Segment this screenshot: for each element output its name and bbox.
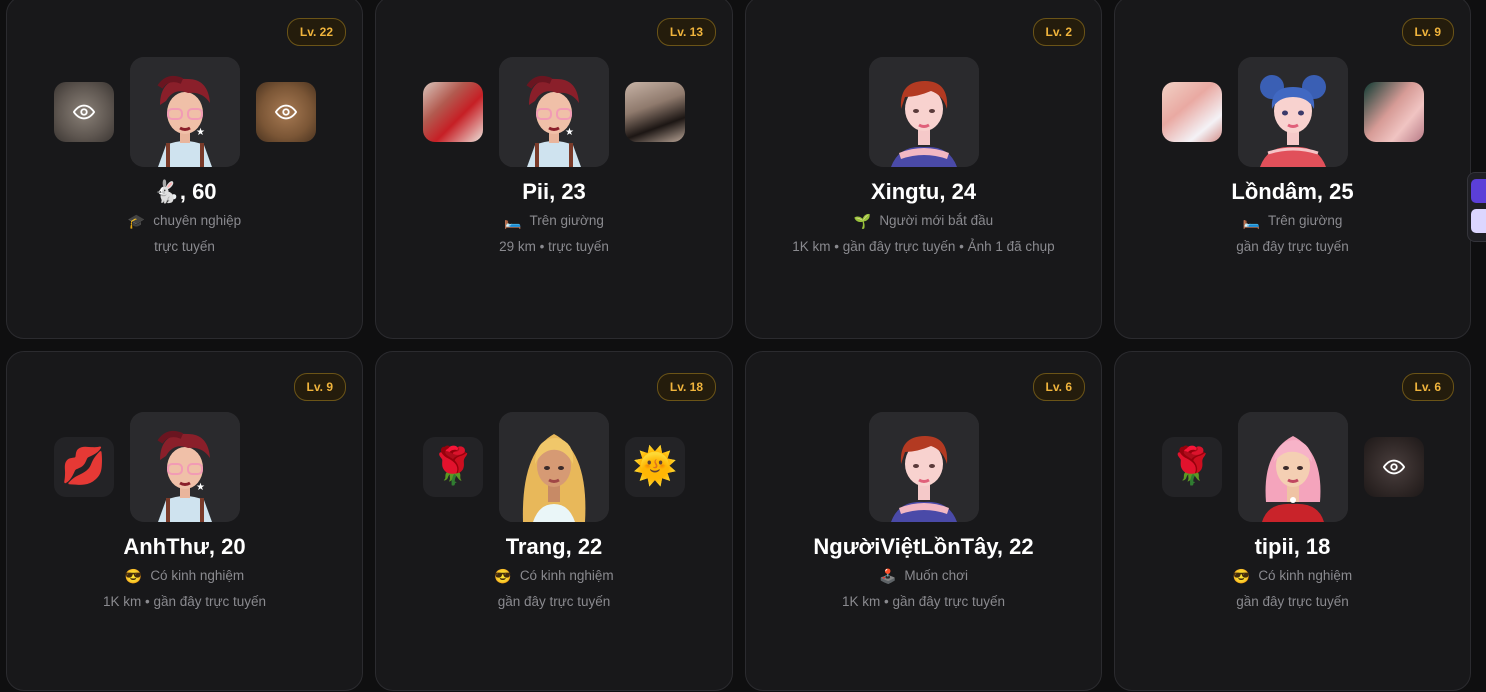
empty-slot bbox=[256, 437, 316, 497]
avatar[interactable] bbox=[868, 57, 979, 167]
level-badge: Lv. 2 bbox=[1032, 18, 1085, 46]
profile-meta: 1K km • gần đây trực tuyến bbox=[102, 594, 267, 609]
status-text: Muốn chơi bbox=[904, 568, 969, 583]
profile-media: 🌹 🌞 bbox=[376, 412, 732, 522]
svg-text:★: ★ bbox=[196, 482, 205, 493]
profile-status: 🎓 chuyên nghiệp bbox=[7, 213, 362, 229]
profile-card[interactable]: Lv. 6 🌹 tipii, 18 😎 Có kinh nghiệm gần đ… bbox=[1114, 351, 1471, 691]
level-badge: Lv. 9 bbox=[293, 373, 346, 401]
profile-status: 😎 Có kinh nghiệm bbox=[1115, 568, 1470, 584]
avatar[interactable] bbox=[868, 412, 979, 522]
dock-button-primary[interactable] bbox=[1471, 179, 1486, 203]
profile-media: ★ bbox=[376, 57, 732, 167]
profile-name: Trang, 22 bbox=[505, 534, 603, 559]
sun-icon: 🌞 bbox=[632, 446, 678, 487]
joystick-icon: 🕹️ bbox=[878, 568, 897, 584]
level-badge: Lv. 18 bbox=[656, 373, 716, 401]
svg-text:★: ★ bbox=[565, 127, 574, 138]
profile-meta: trực tuyến bbox=[154, 239, 215, 254]
status-text: Có kinh nghiệm bbox=[1258, 568, 1353, 583]
profile-name: AnhThư, 20 bbox=[123, 534, 246, 559]
profile-name: tipii, 18 bbox=[1254, 534, 1331, 559]
sprout-icon: 🌱 bbox=[853, 213, 872, 229]
status-text: Người mới bắt đầu bbox=[879, 213, 994, 228]
profile-grid: Lv. 22 ★ 🐇, 60 🎓 chuyên nghiệp trực tuyế… bbox=[6, 0, 1471, 691]
profile-media bbox=[746, 57, 1101, 167]
profile-meta: gần đây trực tuyến bbox=[1236, 594, 1349, 609]
bed-icon: 🛏️ bbox=[504, 213, 522, 229]
avatar[interactable] bbox=[499, 412, 609, 522]
level-badge: Lv. 6 bbox=[1032, 373, 1085, 401]
profile-media bbox=[746, 412, 1101, 522]
profile-card[interactable]: Lv. 9 💋 ★ AnhThư, 20 😎 Có kinh nghiệm 1K… bbox=[6, 351, 363, 691]
profile-card[interactable]: Lv. 6 NgườiViệtLồnTây, 22 🕹️ Muốn chơi 1… bbox=[745, 351, 1102, 691]
eye-icon bbox=[72, 104, 95, 120]
profile-status: 🌱 Người mới bắt đầu bbox=[746, 213, 1101, 229]
profile-media bbox=[1115, 57, 1470, 167]
profile-meta: gần đây trực tuyến bbox=[1236, 239, 1349, 254]
hidden-photo-right[interactable] bbox=[1363, 437, 1424, 497]
graduation-cap-icon: 🎓 bbox=[127, 213, 146, 229]
profile-status: 🛏️ Trên giường bbox=[1115, 213, 1470, 229]
profile-media: ★ bbox=[7, 57, 362, 167]
status-text: Trên giường bbox=[1268, 213, 1343, 228]
level-badge: Lv. 22 bbox=[286, 18, 346, 46]
rose-icon: 🌹 bbox=[430, 446, 476, 487]
photo-thumbnail-left[interactable] bbox=[423, 82, 483, 142]
avatar[interactable]: ★ bbox=[129, 412, 240, 522]
bed-icon: 🛏️ bbox=[1242, 213, 1260, 229]
profile-status: 😎 Có kinh nghiệm bbox=[7, 568, 362, 584]
profile-name: 🐇, 60 bbox=[152, 179, 217, 204]
profile-meta: 1K km • gần đây trực tuyến • Ảnh 1 đã ch… bbox=[792, 239, 1055, 254]
status-text: Trên giường bbox=[529, 213, 604, 228]
photo-thumbnail-left[interactable] bbox=[1161, 82, 1222, 142]
avatar[interactable]: ★ bbox=[129, 57, 240, 167]
lips-icon: 💋 bbox=[61, 446, 106, 487]
svg-text:★: ★ bbox=[196, 127, 205, 138]
sunglasses-face-icon: 😎 bbox=[494, 568, 512, 584]
profile-meta: gần đây trực tuyến bbox=[497, 594, 611, 609]
profile-meta: 29 km • trực tuyến bbox=[499, 239, 609, 254]
profile-status: 🕹️ Muốn chơi bbox=[746, 568, 1101, 584]
side-dock[interactable] bbox=[1467, 172, 1486, 242]
status-text: Có kinh nghiệm bbox=[150, 568, 245, 583]
level-badge: Lv. 6 bbox=[1401, 373, 1454, 401]
profile-name: Pii, 23 bbox=[522, 179, 586, 204]
sunglasses-face-icon: 😎 bbox=[124, 568, 143, 584]
photo-thumbnail-right[interactable] bbox=[625, 82, 685, 142]
avatar[interactable]: ★ bbox=[499, 57, 609, 167]
profile-status: 🛏️ Trên giường bbox=[376, 213, 732, 229]
profile-media: 🌹 bbox=[1115, 412, 1470, 522]
dock-button-secondary[interactable] bbox=[1471, 209, 1486, 233]
sunglasses-face-icon: 😎 bbox=[1232, 568, 1251, 584]
profile-card[interactable]: Lv. 13 ★ Pii, 23 🛏️ Trên giường 29 km • … bbox=[375, 0, 733, 339]
photo-thumbnail-right[interactable] bbox=[1363, 82, 1424, 142]
profile-name: NgườiViệtLồnTây, 22 bbox=[813, 534, 1034, 559]
profile-status: 😎 Có kinh nghiệm bbox=[376, 568, 732, 584]
hidden-photo-left[interactable] bbox=[53, 82, 114, 142]
level-badge: Lv. 13 bbox=[656, 18, 716, 46]
profile-card[interactable]: Lv. 2 Xingtu, 24 🌱 Người mới bắt đầu 1K bbox=[745, 0, 1102, 339]
level-badge: Lv. 9 bbox=[1401, 18, 1454, 46]
eye-icon bbox=[274, 104, 297, 120]
hidden-photo-right[interactable] bbox=[255, 82, 316, 142]
profile-card[interactable]: Lv. 18 🌹 🌞 Trang, 22 😎 Có kinh nghiệm gầ… bbox=[375, 351, 733, 691]
profile-meta: 1K km • gần đây trực tuyến bbox=[841, 594, 1006, 609]
profile-name: Xingtu, 24 bbox=[870, 179, 977, 204]
emoji-thumbnail-left[interactable]: 💋 bbox=[53, 437, 114, 497]
profile-name: Lồndâm󠇴, 25 bbox=[1231, 179, 1354, 204]
profile-card[interactable]: Lv. 22 ★ 🐇, 60 🎓 chuyên nghiệp trực tuyế… bbox=[6, 0, 363, 339]
emoji-thumbnail-left[interactable]: 🌹 bbox=[1161, 437, 1222, 497]
profile-media: 💋 ★ bbox=[7, 412, 362, 522]
rose-icon: 🌹 bbox=[1169, 446, 1214, 487]
status-text: Có kinh nghiệm bbox=[519, 568, 614, 583]
emoji-thumbnail-right[interactable]: 🌞 bbox=[625, 437, 685, 497]
emoji-thumbnail-left[interactable]: 🌹 bbox=[423, 437, 483, 497]
avatar[interactable] bbox=[1237, 412, 1348, 522]
avatar[interactable] bbox=[1237, 57, 1348, 167]
status-text: chuyên nghiệp bbox=[153, 213, 242, 228]
profile-card[interactable]: Lv. 9 Lồndâm󠇴, 25 🛏️ T bbox=[1114, 0, 1471, 339]
eye-icon bbox=[1382, 459, 1405, 475]
